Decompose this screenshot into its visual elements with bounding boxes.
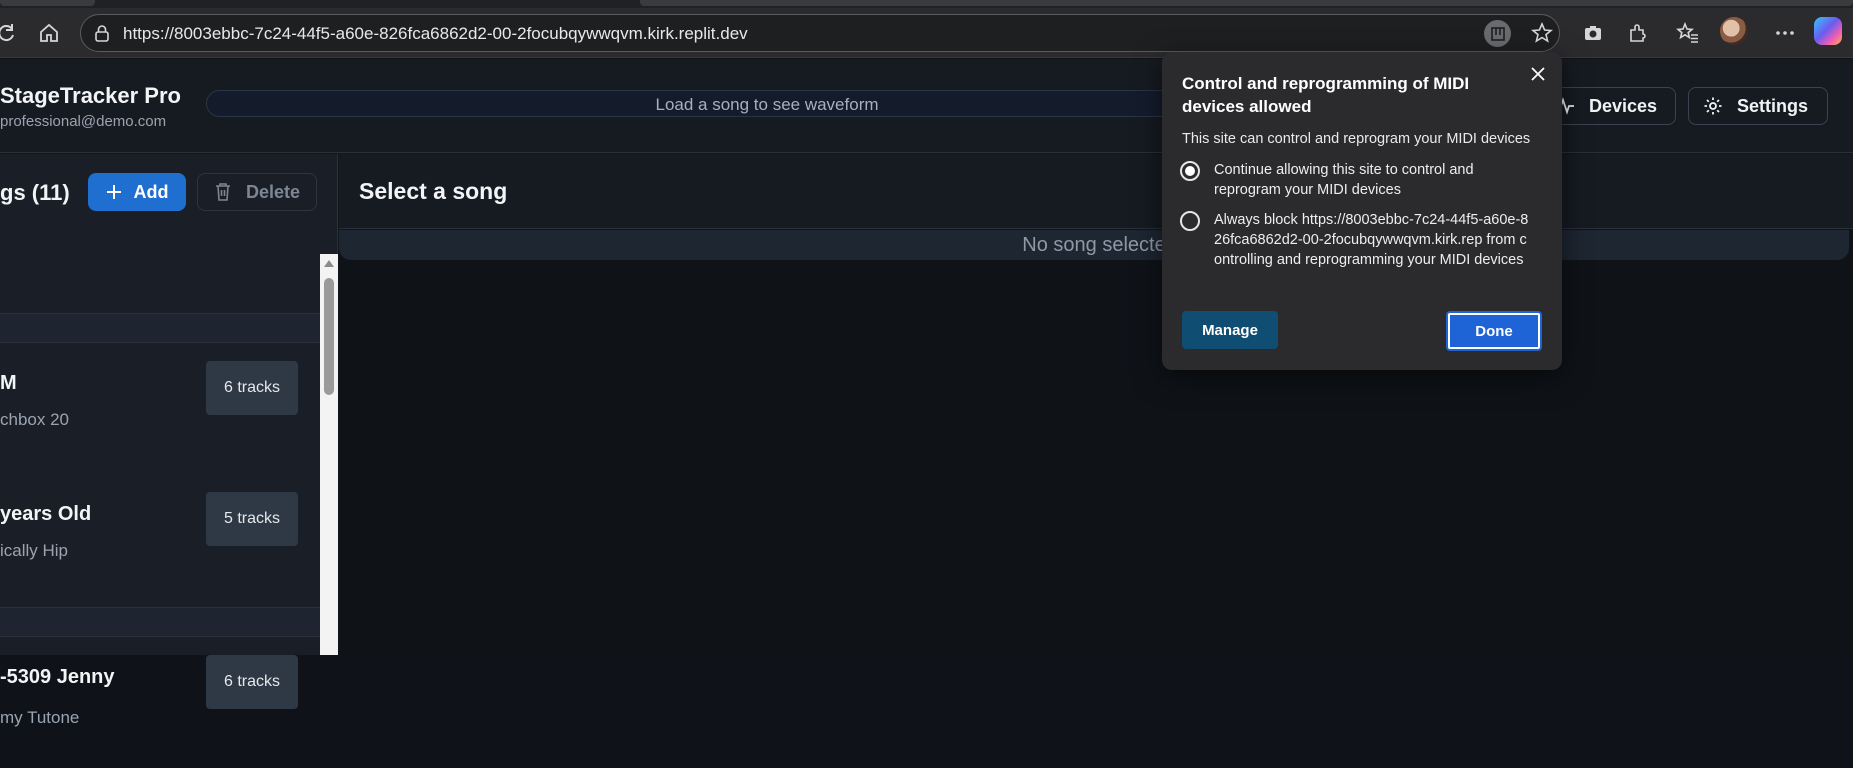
- app-header: StageTracker Pro professional@demo.com L…: [0, 59, 1853, 153]
- song-artist: chbox 20: [0, 410, 69, 429]
- done-button[interactable]: Done: [1446, 311, 1542, 351]
- browser-tab-active[interactable]: [640, 0, 1853, 6]
- radio-allow[interactable]: [1180, 161, 1200, 181]
- song-title: years Old: [0, 503, 92, 525]
- delete-song-button[interactable]: Delete: [197, 173, 317, 211]
- manage-button[interactable]: Manage: [1182, 311, 1278, 349]
- main-content: Select a song No song selecte: [339, 154, 1853, 655]
- extensions-icon[interactable]: [1625, 20, 1651, 46]
- option-block-row[interactable]: Always block https://8003ebbc-7c24-44f5-…: [1180, 210, 1544, 270]
- popup-title: Control and reprogramming of MIDI device…: [1182, 74, 1470, 116]
- favorite-star-icon[interactable]: [1530, 21, 1554, 49]
- close-icon[interactable]: [1526, 62, 1550, 86]
- browser-tab[interactable]: [0, 0, 95, 6]
- delete-label: Delete: [245, 181, 301, 202]
- song-list-item[interactable]: M chbox 20 6 tracks: [0, 344, 320, 474]
- option-block-label: Always block https://8003ebbc-7c24-44f5-…: [1214, 212, 1529, 268]
- add-label: Add: [133, 181, 169, 202]
- trash-icon: [215, 183, 230, 201]
- user-email: professional@demo.com: [0, 113, 167, 130]
- favorites-icon[interactable]: [1675, 20, 1701, 46]
- song-list-item[interactable]: years Old ically Hip 5 tracks: [0, 475, 320, 605]
- app-title: StageTracker Pro: [0, 83, 181, 108]
- midi-permission-icon[interactable]: [1484, 20, 1511, 47]
- address-bar[interactable]: https://8003ebbc-7c24-44f5-a60e-826fca68…: [80, 14, 1560, 52]
- site-info-icon[interactable]: [93, 24, 111, 47]
- home-icon[interactable]: [36, 20, 62, 46]
- waveform-placeholder: Load a song to see waveform: [655, 95, 879, 114]
- settings-button[interactable]: Settings: [1688, 87, 1828, 125]
- refresh-icon[interactable]: [0, 20, 20, 46]
- no-song-text: No song selecte: [1022, 234, 1166, 256]
- app-root: StageTracker Pro professional@demo.com L…: [0, 59, 1853, 727]
- song-artist: ically Hip: [0, 541, 69, 560]
- list-separator: [0, 607, 320, 637]
- camera-icon[interactable]: [1580, 20, 1606, 46]
- devices-label: Devices: [1589, 95, 1658, 116]
- settings-label: Settings: [1737, 95, 1809, 116]
- songs-panel: gs (11) Add Delete M chbox 20 6 tracks y…: [0, 154, 338, 727]
- browser-toolbar: https://8003ebbc-7c24-44f5-a60e-826fca68…: [0, 8, 1853, 58]
- option-allow-row[interactable]: Continue allowing this site to control a…: [1180, 160, 1540, 200]
- popup-description: This site can control and reprogram your…: [1182, 131, 1531, 147]
- scroll-up-arrow-icon[interactable]: [324, 260, 334, 267]
- more-menu-icon[interactable]: [1772, 20, 1798, 46]
- no-song-banner: No song selecte: [339, 230, 1849, 260]
- song-title: -5309 Jenny: [0, 666, 115, 688]
- track-count-badge: 5 tracks: [206, 492, 298, 546]
- option-allow-label: Continue allowing this site to control a…: [1214, 162, 1474, 198]
- radio-block[interactable]: [1180, 211, 1200, 231]
- midi-permission-popup: Control and reprogramming of MIDI device…: [1162, 52, 1562, 370]
- track-count-badge: 6 tracks: [206, 361, 298, 415]
- track-count-badge: 6 tracks: [206, 655, 298, 709]
- url-text[interactable]: https://8003ebbc-7c24-44f5-a60e-826fca68…: [123, 24, 748, 44]
- add-song-button[interactable]: Add: [88, 173, 186, 211]
- songs-count-title: gs (11): [0, 180, 70, 205]
- profile-avatar[interactable]: [1720, 17, 1748, 45]
- gear-icon: [1704, 97, 1722, 115]
- scroll-thumb[interactable]: [324, 278, 334, 395]
- browser-tabstrip: [0, 0, 1853, 8]
- song-title: M: [0, 372, 17, 394]
- song-list-item[interactable]: -5309 Jenny my Tutone 6 tracks: [0, 638, 320, 768]
- copilot-icon[interactable]: [1814, 17, 1842, 45]
- page-title: Select a song: [359, 178, 508, 204]
- song-artist: my Tutone: [0, 708, 80, 727]
- song-detail-header: Select a song: [339, 154, 1853, 229]
- songs-scrollbar[interactable]: [320, 254, 338, 655]
- plus-icon: [106, 185, 121, 199]
- list-separator: [0, 313, 320, 343]
